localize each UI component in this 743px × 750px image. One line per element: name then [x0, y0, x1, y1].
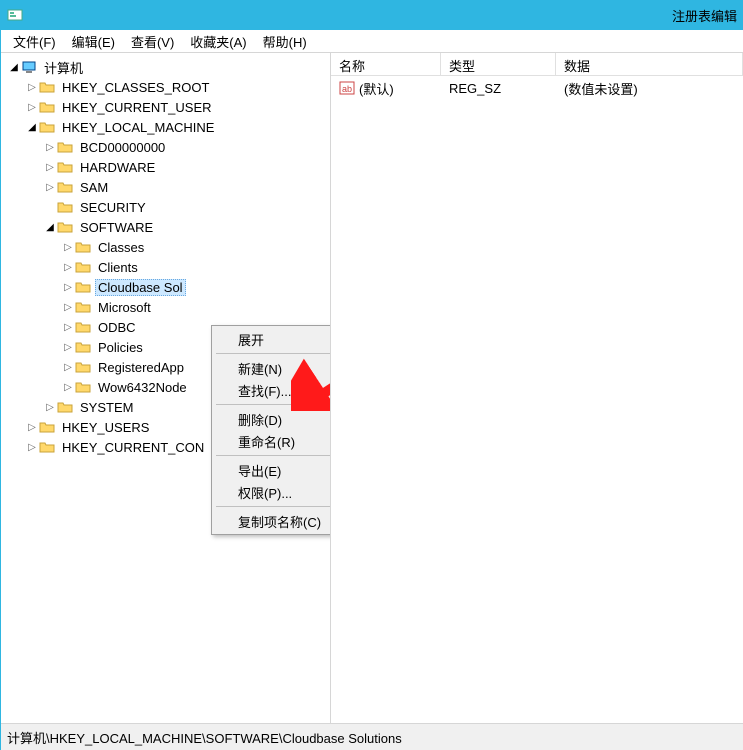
menu-fav[interactable]: 收藏夹(A)	[184, 30, 252, 53]
ctx-expand[interactable]: 展开	[214, 328, 331, 350]
folder-icon	[57, 139, 73, 155]
value-name: (默认)	[359, 79, 394, 98]
expand-icon[interactable]: ▷	[61, 360, 75, 374]
folder-icon	[75, 359, 91, 375]
ctx-new[interactable]: 新建(N)▶	[214, 357, 331, 379]
expand-icon[interactable]: ▷	[43, 160, 57, 174]
list-row[interactable]: ab (默认) REG_SZ (数值未设置)	[331, 76, 743, 98]
separator	[216, 404, 331, 405]
menu-help[interactable]: 帮助(H)	[257, 30, 313, 53]
expand-icon[interactable]: ▷	[61, 300, 75, 314]
folder-icon	[57, 399, 73, 415]
separator	[216, 506, 331, 507]
expand-icon[interactable]: ▷	[25, 100, 39, 114]
expand-icon[interactable]: ▷	[61, 280, 75, 294]
expand-icon[interactable]: ▷	[43, 180, 57, 194]
folder-icon	[75, 259, 91, 275]
tree-item[interactable]: HKEY_USERS	[59, 419, 152, 436]
tree-item[interactable]: Classes	[95, 239, 147, 256]
menu-view[interactable]: 查看(V)	[125, 30, 180, 53]
folder-icon	[57, 179, 73, 195]
tree-item[interactable]: HKEY_CURRENT_USER	[59, 99, 215, 116]
tree-item-software[interactable]: SOFTWARE	[77, 219, 156, 236]
ctx-perm[interactable]: 权限(P)...	[214, 481, 331, 503]
tree-item[interactable]: HKEY_CLASSES_ROOT	[59, 79, 212, 96]
tree-item[interactable]: ODBC	[95, 319, 139, 336]
folder-icon	[57, 219, 73, 235]
expand-icon[interactable]: ▷	[25, 420, 39, 434]
list-header: 名称 类型 数据	[331, 53, 743, 76]
tree-item[interactable]: HKEY_CURRENT_CON	[59, 439, 207, 456]
tree-item[interactable]: RegisteredApp	[95, 359, 187, 376]
expand-icon[interactable]: ▷	[25, 80, 39, 94]
value-data: (数值未设置)	[556, 79, 743, 98]
context-menu: 展开 新建(N)▶ 查找(F)... 删除(D) 重命名(R) 导出(E) 权限…	[211, 325, 331, 535]
svg-text:ab: ab	[342, 84, 352, 94]
tree-item-hklm[interactable]: HKEY_LOCAL_MACHINE	[59, 119, 217, 136]
menu-file[interactable]: 文件(F)	[7, 30, 62, 53]
status-bar: 计算机\HKEY_LOCAL_MACHINE\SOFTWARE\Cloudbas…	[1, 723, 743, 750]
value-list[interactable]: 名称 类型 数据 ab (默认) REG_SZ (数值未设置)	[331, 53, 743, 723]
expand-icon[interactable]: ◢	[25, 120, 39, 134]
expand-icon[interactable]: ▷	[43, 140, 57, 154]
folder-icon	[57, 159, 73, 175]
ctx-delete[interactable]: 删除(D)	[214, 408, 331, 430]
title-bar: 注册表编辑	[1, 0, 743, 30]
folder-icon	[75, 299, 91, 315]
folder-icon	[57, 199, 73, 215]
tree-item[interactable]: SAM	[77, 179, 111, 196]
tree-root[interactable]: 计算机	[41, 57, 86, 78]
header-type[interactable]: 类型	[441, 53, 556, 75]
folder-icon	[75, 339, 91, 355]
folder-icon	[39, 439, 55, 455]
ctx-export[interactable]: 导出(E)	[214, 459, 331, 481]
separator	[216, 353, 331, 354]
folder-icon	[75, 379, 91, 395]
tree-item[interactable]: Wow6432Node	[95, 379, 190, 396]
folder-icon	[75, 319, 91, 335]
status-path: 计算机\HKEY_LOCAL_MACHINE\SOFTWARE\Cloudbas…	[7, 728, 402, 747]
expand-icon[interactable]: ▷	[61, 260, 75, 274]
header-name[interactable]: 名称	[331, 53, 441, 75]
expand-icon[interactable]: ▷	[61, 320, 75, 334]
window-title: 注册表编辑	[29, 6, 743, 25]
tree-item[interactable]: BCD00000000	[77, 139, 168, 156]
ctx-find[interactable]: 查找(F)...	[214, 379, 331, 401]
tree-pane[interactable]: ◢ 计算机 ▷ HKEY_CLASSES_ROOT ▷ HKEY_CURRENT_U…	[1, 53, 331, 723]
header-data[interactable]: 数据	[556, 53, 743, 75]
expand-icon[interactable]: ▷	[25, 440, 39, 454]
expand-icon[interactable]: ▷	[61, 380, 75, 394]
regedit-icon	[7, 7, 23, 23]
expand-icon[interactable]: ▷	[61, 340, 75, 354]
expand-icon[interactable]: ▷	[43, 400, 57, 414]
main-area: ◢ 计算机 ▷ HKEY_CLASSES_ROOT ▷ HKEY_CURRENT_U…	[1, 53, 743, 723]
ctx-copykey[interactable]: 复制项名称(C)	[214, 510, 331, 532]
tree-item-selected[interactable]: Cloudbase Sol	[95, 279, 186, 296]
expand-icon[interactable]	[43, 200, 57, 214]
expand-icon[interactable]: ◢	[7, 60, 21, 74]
computer-icon	[21, 59, 37, 75]
folder-icon	[39, 419, 55, 435]
separator	[216, 455, 331, 456]
folder-icon	[75, 239, 91, 255]
regedit-window: 注册表编辑 文件(F) 编辑(E) 查看(V) 收藏夹(A) 帮助(H) ◢ 计…	[0, 0, 743, 750]
expand-icon[interactable]: ◢	[43, 220, 57, 234]
folder-icon	[39, 119, 55, 135]
tree-item[interactable]: HARDWARE	[77, 159, 158, 176]
menu-bar: 文件(F) 编辑(E) 查看(V) 收藏夹(A) 帮助(H)	[1, 30, 743, 53]
expand-icon[interactable]: ▷	[61, 240, 75, 254]
tree-item[interactable]: SECURITY	[77, 199, 149, 216]
ctx-rename[interactable]: 重命名(R)	[214, 430, 331, 452]
folder-icon	[39, 99, 55, 115]
string-value-icon: ab	[339, 80, 355, 96]
tree-item[interactable]: Microsoft	[95, 299, 154, 316]
folder-icon	[39, 79, 55, 95]
tree-item[interactable]: Clients	[95, 259, 141, 276]
menu-edit[interactable]: 编辑(E)	[66, 30, 121, 53]
folder-icon	[75, 279, 91, 295]
value-type: REG_SZ	[441, 81, 556, 96]
tree-item[interactable]: SYSTEM	[77, 399, 136, 416]
tree-item[interactable]: Policies	[95, 339, 146, 356]
